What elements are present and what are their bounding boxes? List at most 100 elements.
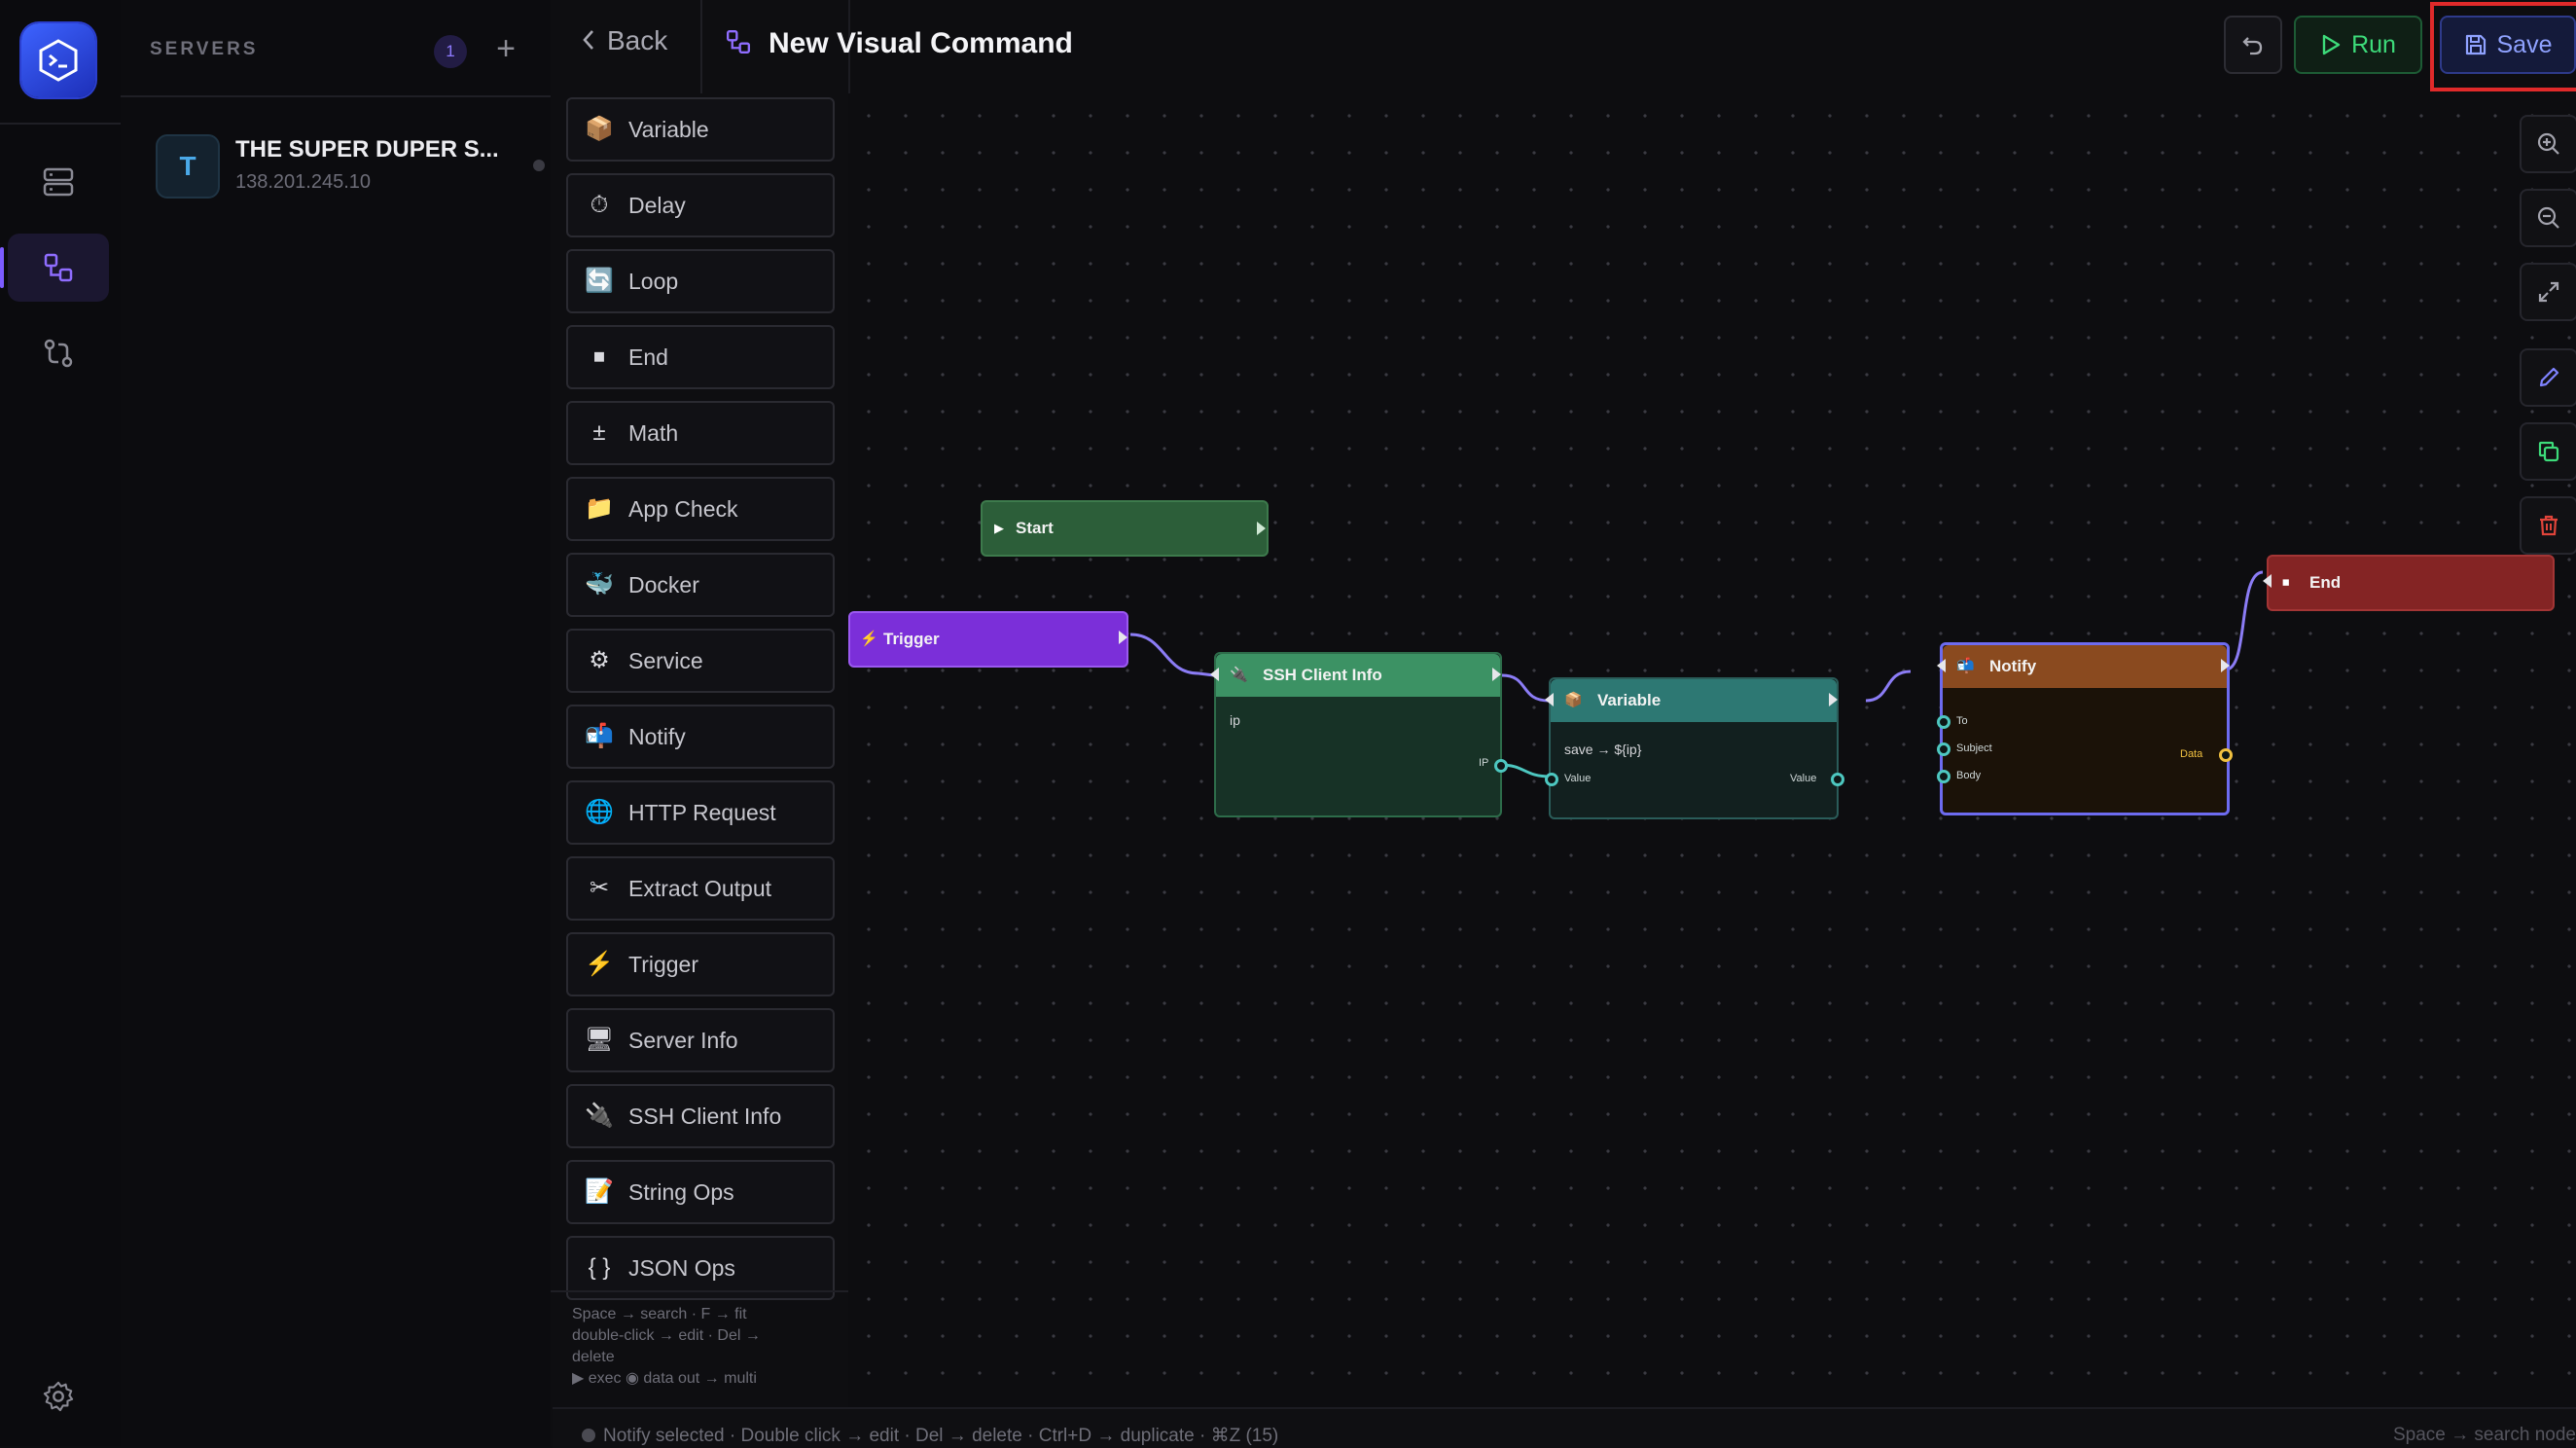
palette-item-ssh-client-info[interactable]: 🔌 SSH Client Info (566, 1084, 835, 1148)
ssh-client-info-node[interactable]: SSH Client Info 🔌 ip IP (1210, 652, 1508, 817)
chevron-left-icon (583, 30, 593, 50)
exec-output-port[interactable] (2221, 659, 2230, 672)
back-button[interactable]: Back (580, 25, 667, 56)
server-count-badge: 1 (434, 35, 467, 68)
data-output-port[interactable] (2219, 748, 2233, 762)
subject-input-port[interactable] (1937, 742, 1950, 756)
palette-item-end[interactable]: ⏹ End (566, 325, 835, 389)
palette-item-app-check[interactable]: 📁 App Check (566, 477, 835, 541)
end-node-title: End (2309, 573, 2342, 592)
value-input-port[interactable] (1545, 773, 1558, 786)
servers-nav-button[interactable] (8, 148, 109, 216)
copy-icon (2538, 441, 2559, 462)
palette-item-label: Variable (628, 117, 709, 142)
ssh-field-label: ip (1230, 712, 1240, 728)
variable-node-title: Variable (1551, 679, 1837, 722)
ip-output-port[interactable] (1494, 759, 1508, 773)
zoom-out-button[interactable] (2520, 189, 2576, 247)
wire-notify-to-end (2225, 570, 2264, 671)
palette-item-http-request[interactable]: 🌐 HTTP Request (566, 780, 835, 845)
palette-item-trigger[interactable]: ⚡ Trigger (566, 932, 835, 996)
palette-item-delay[interactable]: ⏱ Delay (566, 173, 835, 237)
to-input-label: To (1956, 715, 1968, 727)
status-text: Notify selected · Double click → edit · … (603, 1426, 1279, 1446)
server-avatar: T (156, 134, 220, 199)
variable-node[interactable]: Variable 📦 save → ${ip} Value Value (1545, 677, 1844, 819)
palette-item-icon: ⏹ (593, 344, 605, 370)
server-name: THE SUPER DUPER S... (235, 136, 499, 163)
palette-hint: Space → search · F → fit double-click → … (572, 1304, 835, 1390)
palette-item-label: Docker (628, 572, 699, 597)
palette-item-label: Loop (628, 269, 679, 294)
value-output-label: Value (1790, 773, 1817, 784)
palette-item-server-info[interactable]: 🖥 Server Info (566, 1008, 835, 1072)
wire-trigger-to-ssh (1129, 633, 1215, 677)
palette-item-icon: 📬 (585, 723, 614, 749)
exec-output-port[interactable] (1492, 668, 1501, 681)
compare-nav-button[interactable] (8, 319, 109, 387)
palette-item-icon: ⚡ (585, 951, 614, 977)
package-icon: 📦 (1564, 692, 1583, 708)
palette-item-docker[interactable]: 🐳 Docker (566, 553, 835, 617)
palette-item-math[interactable]: ± Math (566, 401, 835, 465)
variable-body: save → ${ip} (1564, 742, 1642, 757)
palette-item-icon: 📝 (585, 1178, 614, 1205)
body-input-port[interactable] (1937, 770, 1950, 783)
hint-line: Space → search · F → fit (572, 1306, 747, 1322)
delete-node-button[interactable] (2520, 496, 2576, 555)
status-hint: Space → search node (2392, 1425, 2576, 1445)
palette-item-loop[interactable]: 🔄 Loop (566, 249, 835, 313)
end-node[interactable]: End ⏹ (2263, 555, 2555, 611)
palette-item-string-ops[interactable]: 📝 String Ops (566, 1160, 835, 1224)
exec-input-port[interactable] (1545, 693, 1554, 706)
edit-node-button[interactable] (2520, 348, 2576, 407)
palette-item-notify[interactable]: 📬 Notify (566, 705, 835, 769)
lightning-icon: ⚡ (860, 631, 878, 647)
workflow-canvas[interactable]: Start ▶ Trigger ⚡ SSH Client Info 🔌 ip I… (848, 93, 2576, 1407)
palette-item-label: Extract Output (628, 876, 772, 901)
servers-header: SERVERS 1 + (121, 0, 551, 97)
palette-item-service[interactable]: ⚙ Service (566, 629, 835, 693)
palette-item-label: String Ops (628, 1179, 734, 1205)
trigger-node[interactable]: Trigger ⚡ (848, 611, 1128, 668)
palette-item-icon: ✂ (589, 875, 610, 901)
palette-item-label: End (628, 344, 668, 370)
value-output-port[interactable] (1831, 773, 1844, 786)
add-server-button[interactable]: + (486, 29, 525, 68)
exec-output-port[interactable] (1119, 631, 1127, 644)
workflows-nav-button[interactable] (0, 234, 109, 302)
server-status-dot (533, 160, 545, 171)
exec-input-port[interactable] (1210, 668, 1219, 681)
ip-output-label: IP (1479, 757, 1489, 769)
exec-output-port[interactable] (1257, 522, 1266, 535)
duplicate-node-button[interactable] (2520, 422, 2576, 481)
server-list-item[interactable]: T THE SUPER DUPER S... 138.201.245.10 (150, 128, 545, 200)
to-input-port[interactable] (1937, 715, 1950, 729)
subject-input-label: Subject (1956, 742, 1992, 754)
palette-item-label: SSH Client Info (628, 1104, 782, 1129)
palette-item-icon: 🔄 (585, 268, 614, 294)
zoom-in-button[interactable] (2520, 115, 2576, 173)
expand-icon (2538, 281, 2559, 303)
git-compare-icon (44, 339, 73, 368)
notify-node[interactable]: Notify 📬 To Subject Body Data (1937, 642, 2233, 815)
fit-view-button[interactable] (2520, 263, 2576, 321)
value-input-label: Value (1564, 773, 1592, 784)
trash-icon (2540, 515, 2558, 536)
palette-item-variable[interactable]: 📦 Variable (566, 97, 835, 162)
undo-button[interactable] (2224, 16, 2282, 74)
palette-item-label: JSON Ops (628, 1255, 735, 1281)
mailbox-icon: 📬 (1956, 658, 1975, 674)
hint-line: delete (572, 1349, 615, 1365)
exec-input-port[interactable] (2263, 574, 2272, 588)
exec-output-port[interactable] (1829, 693, 1838, 706)
palette-item-icon: ⏱ (590, 192, 609, 218)
hint-line: double-click → edit · Del → (572, 1327, 761, 1344)
notify-node-title: Notify (1943, 645, 2227, 688)
exec-input-port[interactable] (1937, 659, 1946, 672)
palette-item-extract-output[interactable]: ✂ Extract Output (566, 856, 835, 921)
run-button[interactable]: Run (2294, 16, 2422, 74)
settings-nav-button[interactable] (8, 1362, 109, 1430)
palette-item-label: Service (628, 648, 703, 673)
start-node[interactable]: Start ▶ (981, 500, 1269, 557)
